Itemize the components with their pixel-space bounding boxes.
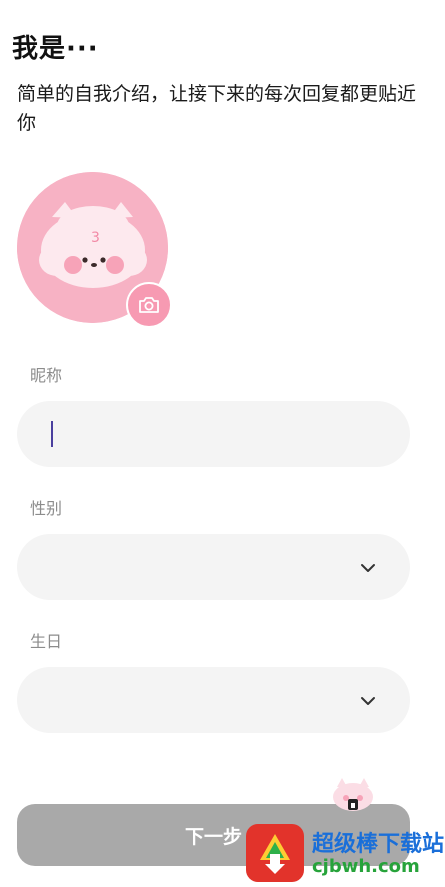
nickname-input[interactable] [47, 419, 371, 451]
nickname-label: 昵称 [30, 366, 63, 385]
watermark-site: cjbwh.com [312, 856, 420, 877]
camera-icon [139, 297, 159, 313]
watermark: 超级棒下载站 cjbwh.com [246, 820, 445, 887]
gender-label: 性别 [30, 499, 63, 518]
watermark-title: 超级棒下载站 [312, 832, 445, 857]
change-avatar-button[interactable] [126, 282, 172, 328]
page-title: 我是··· [12, 34, 99, 64]
download-site-logo-icon [246, 824, 304, 882]
birthday-select[interactable] [17, 667, 410, 733]
text-caret [51, 421, 53, 447]
chevron-down-icon [361, 564, 375, 572]
avatar-section: 3 [17, 172, 172, 328]
chevron-down-icon [361, 697, 375, 705]
birthday-label: 生日 [30, 632, 63, 651]
gender-select[interactable] [17, 534, 410, 600]
svg-text:3: 3 [91, 230, 100, 246]
cat-mascot-icon [333, 778, 373, 811]
next-step-label: 下一步 [184, 825, 242, 848]
page-subtitle: 简单的自我介绍，让接下来的每次回复都更贴近你 [17, 83, 417, 134]
nickname-field[interactable] [17, 401, 410, 467]
